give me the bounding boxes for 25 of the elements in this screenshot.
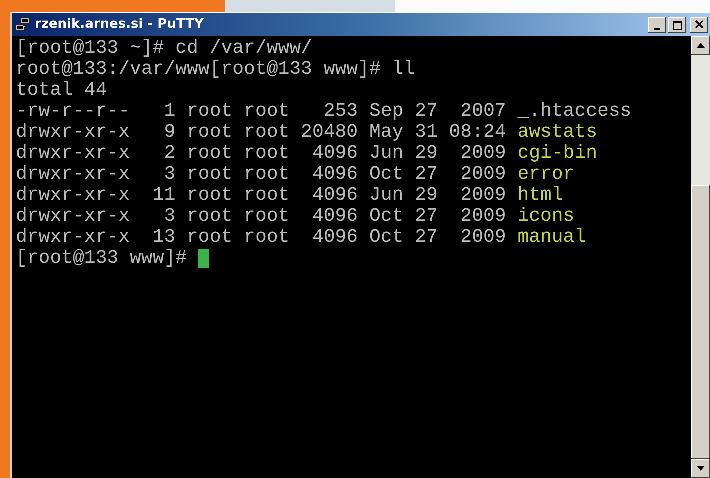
scrollbar-thumb[interactable] [691, 185, 710, 459]
down-arrow-icon [696, 466, 704, 471]
terminal-line: drwxr-xr-x 3 root root 4096 Oct 27 2009 icons [16, 206, 576, 227]
up-arrow-icon [696, 43, 704, 48]
terminal-line: drwxr-xr-x 9 root root 20480 May 31 08:24 awstats [16, 122, 599, 143]
scrollbar[interactable] [691, 36, 710, 478]
maximize-icon [672, 20, 682, 30]
terminal-line: root@133:/var/www[root@133 www]# ll [16, 59, 416, 80]
terminal-line: [root@133 ~]# cd /var/www/ [16, 38, 314, 59]
terminal-line: [root@133 www]# [16, 248, 691, 269]
terminal-line: drwxr-xr-x 11 root root 4096 Jun 29 2009 html [16, 185, 564, 206]
terminal-line: -rw-r--r-- 1 root root 253 Sep 27 2007 _.htaccess [16, 101, 633, 122]
close-button[interactable] [690, 16, 708, 32]
terminal-line: drwxr-xr-x 3 root root 4096 Oct 27 2009 error [16, 164, 576, 185]
terminal-line: drwxr-xr-x 2 root root 4096 Jun 29 2009 cgi-bin [16, 143, 599, 164]
close-icon [694, 20, 704, 29]
computer-icon [15, 16, 31, 32]
terminal-line: total 44 [16, 80, 108, 101]
minimize-button[interactable] [648, 16, 666, 32]
terminal-line: drwxr-xr-x 13 root root 4096 Oct 27 2009 manual [16, 227, 588, 248]
maximize-button[interactable] [668, 16, 686, 32]
scroll-up-button[interactable] [691, 36, 710, 55]
window-title: rzenik.arnes.si - PuTTY [35, 17, 205, 32]
scroll-down-button[interactable] [691, 459, 710, 478]
minimize-icon [654, 28, 660, 30]
